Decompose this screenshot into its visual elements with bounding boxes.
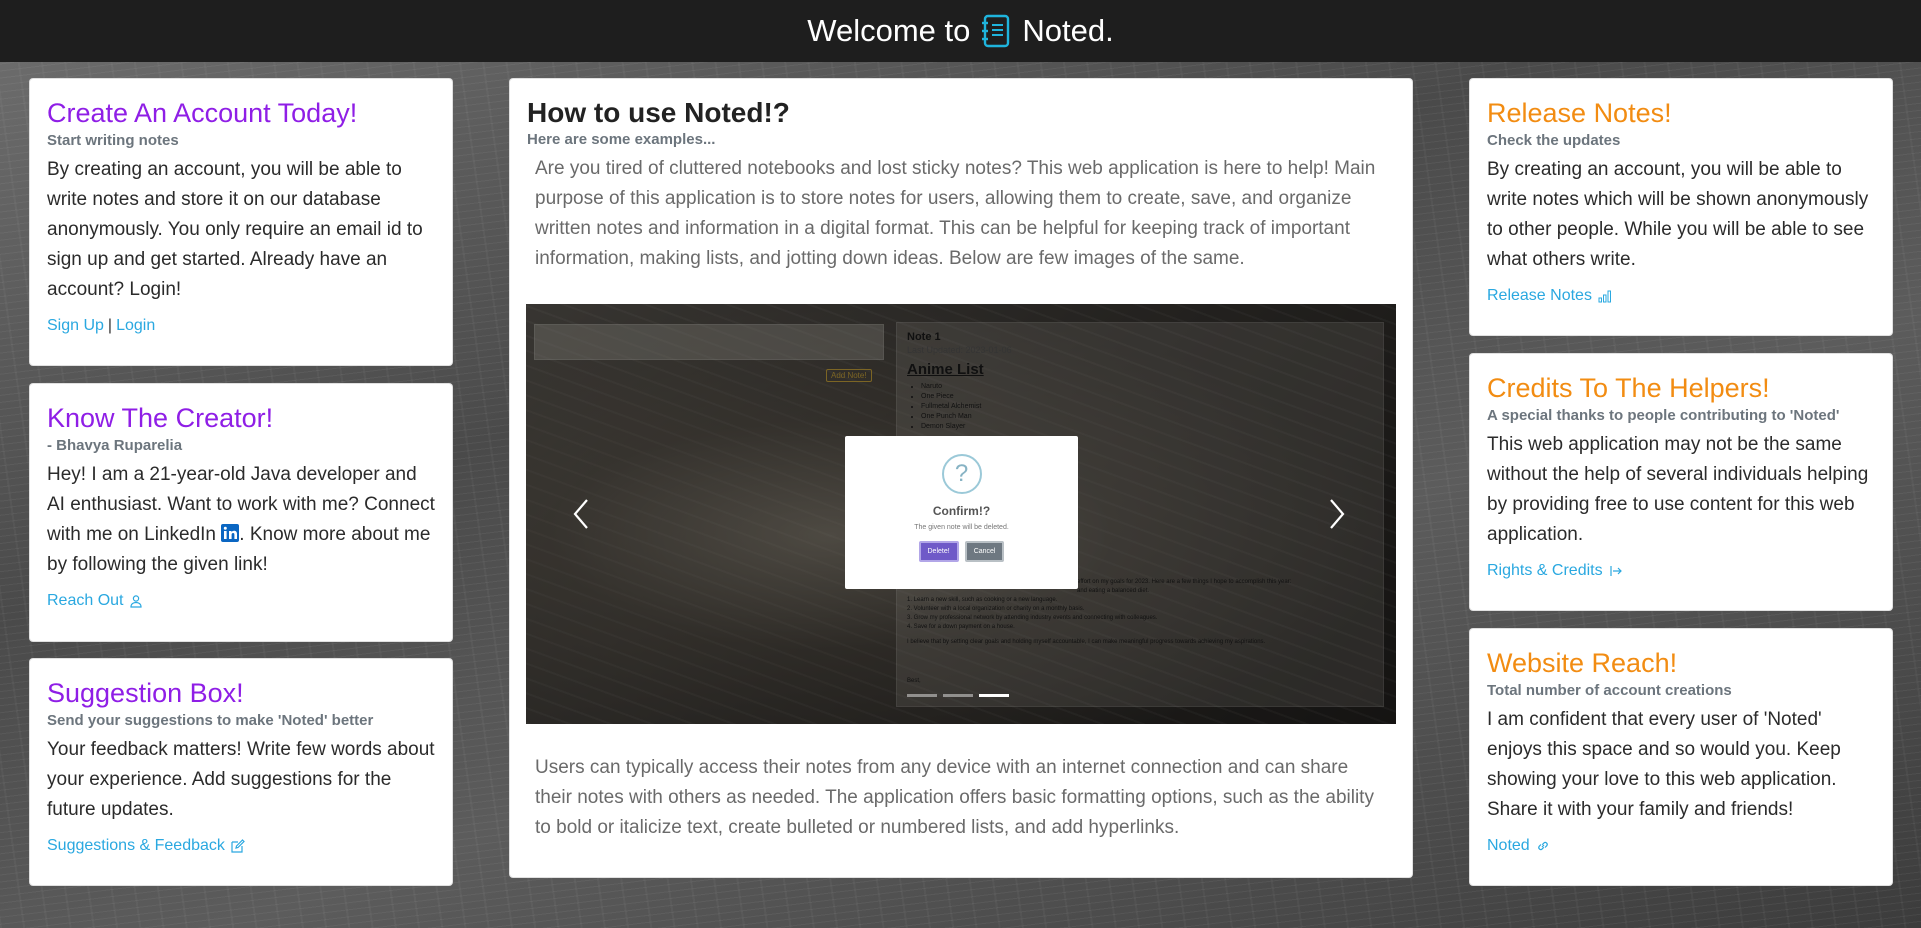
confirm-buttons: Delete! Cancel [845,541,1078,562]
release-notes-title: Release Notes! [1487,98,1672,128]
credits-card: Credits To The Helpers! A special thanks… [1469,353,1893,611]
website-reach-title: Website Reach! [1487,648,1678,678]
release-notes-link[interactable]: Release Notes [1487,287,1875,305]
question-icon: ? [941,454,982,494]
creator-text: Hey! I am a 21-year-old Java developer a… [47,460,435,580]
link-separator: | [107,317,113,334]
brand-name: Noted. [1022,13,1114,48]
confirm-title: Confirm!? [932,504,991,518]
create-account-text: By creating an account, you will be able… [47,159,423,300]
suggestion-box-text: Your feedback matters! Write few words a… [47,739,435,820]
carousel-indicator-3[interactable] [979,694,1009,697]
website-reach-text: I am confident that every user of 'Noted… [1487,709,1841,820]
create-account-subtitle: Start writing notes [47,132,179,149]
know-creator-card: Know The Creator! - Bhavya Ruparelia Hey… [29,383,453,642]
pencil-square-icon [231,839,245,853]
rights-credits-link[interactable]: Rights & Credits [1487,562,1875,580]
navbar-brand[interactable]: Welcome to Noted. [807,13,1113,49]
release-notes-label: Release Notes [1487,287,1592,304]
suggestion-box-subtitle: Send your suggestions to make 'Noted' be… [47,712,374,729]
login-link[interactable]: Login [116,317,155,335]
navbar: Welcome to Noted. [0,0,1921,62]
reach-out-link[interactable]: Reach Out [47,592,435,610]
how-to-use-subtitle: Here are some examples... [527,131,716,148]
confirm-text: The given note will be deleted. [914,524,1009,531]
creator-name: - Bhavya Ruparelia [47,437,183,454]
rights-credits-label: Rights & Credits [1487,562,1603,579]
noted-link-label: Noted [1487,837,1530,854]
examples-carousel[interactable]: Add Note! Note 1 Last Updated: 2023-01-0… [526,304,1396,724]
link-icon [1536,839,1550,853]
account-links: Sign Up | Login [47,317,435,335]
confirm-modal: ? Confirm!? The given note will be delet… [845,436,1078,589]
credits-text: This web application may not be the same… [1487,434,1869,545]
create-account-title: Create An Account Today! [47,98,358,128]
know-creator-title: Know The Creator! [47,403,274,433]
reach-out-label: Reach Out [47,592,124,609]
linkedin-icon[interactable] [221,522,240,542]
website-reach-subtitle: Total number of account creations [1487,682,1732,699]
cancel-button: Cancel [964,541,1005,562]
carousel-indicator-2[interactable] [943,694,973,697]
carousel-prev-button[interactable] [566,494,596,534]
how-to-use-title: How to use Noted!? [527,97,790,128]
credits-title: Credits To The Helpers! [1487,373,1770,403]
suggestion-box-card: Suggestion Box! Send your suggestions to… [29,658,453,886]
create-account-card: Create An Account Today! Start writing n… [29,78,453,366]
suggestions-feedback-label: Suggestions & Feedback [47,837,225,854]
suggestions-feedback-link[interactable]: Suggestions & Feedback [47,837,435,855]
release-notes-text: By creating an account, you will be able… [1487,159,1869,270]
box-arrow-right-icon [1609,564,1623,578]
delete-button: Delete! [918,541,959,562]
release-notes-card: Release Notes! Check the updates By crea… [1469,78,1893,336]
intro-text: Are you tired of cluttered notebooks and… [535,158,1376,269]
credits-subtitle: A special thanks to people contributing … [1487,407,1840,424]
outro-text: Users can typically access their notes f… [535,757,1374,838]
sign-up-link[interactable]: Sign Up [47,317,104,335]
website-reach-card: Website Reach! Total number of account c… [1469,628,1893,886]
carousel-indicators [907,694,1009,697]
release-notes-subtitle: Check the updates [1487,132,1621,149]
person-icon [129,594,143,608]
noted-link[interactable]: Noted [1487,837,1875,855]
carousel-next-button[interactable] [1322,494,1352,534]
carousel-indicator-1[interactable] [907,694,937,697]
chevron-left-icon [573,499,588,529]
chevron-right-icon [1330,499,1345,529]
suggestion-box-title: Suggestion Box! [47,678,244,708]
welcome-text: Welcome to [807,13,971,48]
bar-chart-icon [1598,289,1612,303]
notebook-list-icon [980,14,1012,48]
